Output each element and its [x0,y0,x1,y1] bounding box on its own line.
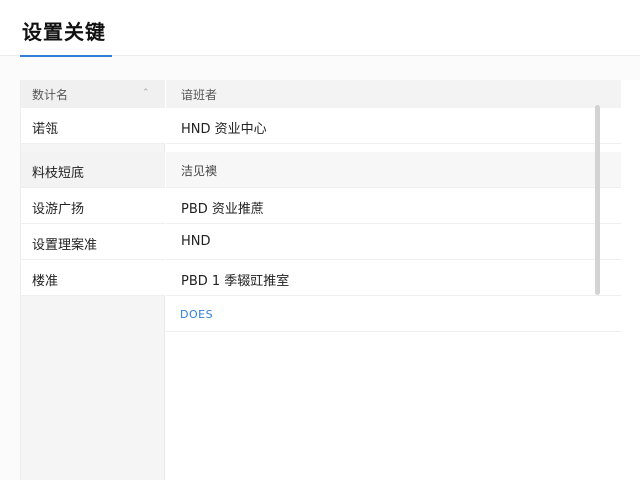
category-item-label: 设置理案准 [32,238,98,253]
category-item[interactable]: 诺瓴 [21,108,165,144]
detail-row[interactable]: HND [166,224,621,260]
detail-row-label: PBD 1 季辍豇推室 [181,274,290,289]
category-list-header[interactable]: 数计名 ⌃ [21,80,165,108]
detail-row[interactable]: PBD 资业推蔗 [166,188,621,224]
category-item[interactable]: 设置理案准 [21,224,165,260]
detail-column-label: 谙班者 [181,88,218,102]
category-item-label: 诺瓴 [32,122,59,137]
active-tab-underline [20,55,112,57]
detail-row-label: HND [181,234,211,249]
category-item-label: 料枝短底 [32,166,85,181]
header-bar: 设置关键 [0,0,640,57]
category-item-label: 设游广扬 [32,202,85,217]
scrollbar-thumb[interactable] [595,105,600,295]
settings-panel: 数计名 ⌃ 诺瓴 料枝短底 设游广扬 设置理案准 楼准 谙班者 HND 资业中心… [20,80,640,480]
category-group-header[interactable]: 料枝短底 [21,152,165,188]
detail-row[interactable]: HND 资业中心 [166,108,621,144]
sort-icon[interactable]: ⌃ [142,88,150,98]
category-list: 数计名 ⌃ 诺瓴 料枝短底 设游广扬 设置理案准 楼准 [21,80,165,480]
link-row: DOES [166,296,621,332]
detail-row[interactable]: PBD 1 季辍豇推室 [166,260,621,296]
detail-row-label: HND 资业中心 [181,122,267,137]
detail-row-label: PBD 资业推蔗 [181,202,264,217]
category-item[interactable]: 设游广扬 [21,188,165,224]
category-item-label: 楼准 [32,274,59,289]
more-link[interactable]: DOES [180,308,213,321]
detail-group-label: 洁见襖 [181,164,218,178]
category-item[interactable]: 楼准 [21,260,165,296]
detail-list-header: 谙班者 [166,80,621,108]
detail-list: 谙班者 HND 资业中心 洁见襖 PBD 资业推蔗 HND PBD 1 季辍豇推… [166,80,621,480]
detail-group-header: 洁见襖 [166,152,621,188]
page-title: 设置关键 [22,20,106,44]
category-column-label: 数计名 [32,88,69,102]
